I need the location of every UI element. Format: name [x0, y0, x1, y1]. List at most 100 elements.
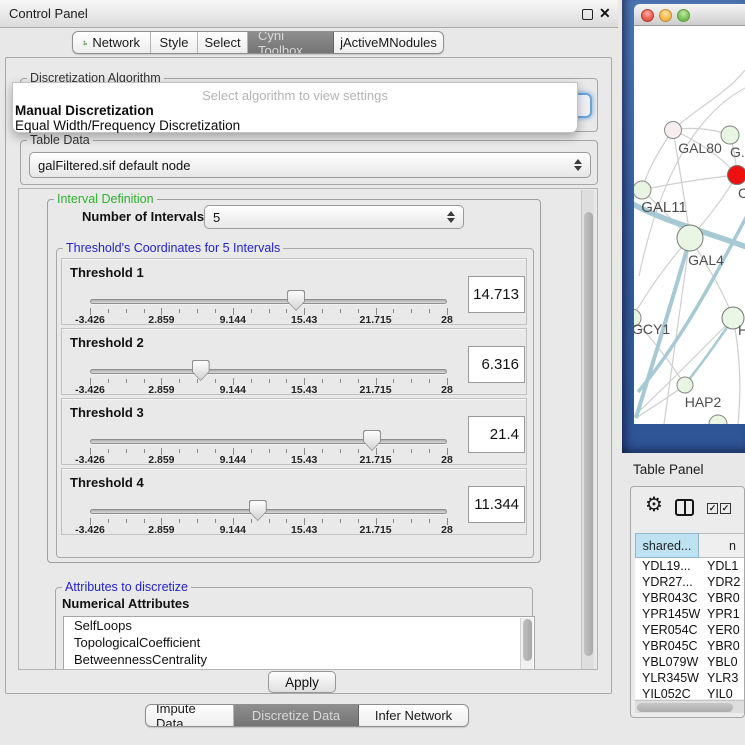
- tick-label: 9.144: [220, 524, 246, 536]
- column-header-shared-name[interactable]: shared...: [635, 533, 699, 558]
- settings-scrollbar[interactable]: [581, 190, 594, 669]
- tick-mark: [358, 379, 359, 383]
- checkbox-icon[interactable]: ✓: [707, 503, 718, 514]
- tab-network[interactable]: Network: [73, 32, 151, 53]
- tick-mark: [340, 519, 341, 523]
- tab-select-label: Select: [204, 35, 240, 50]
- cell: YER0: [699, 623, 740, 637]
- split-columns-icon[interactable]: [675, 499, 694, 516]
- table-panel-title: Table Panel: [633, 462, 704, 477]
- tick-mark: [393, 309, 394, 313]
- threshold-3-label: Threshold 3: [70, 405, 144, 420]
- column-header-name[interactable]: n: [699, 533, 745, 558]
- table-row[interactable]: YBR043CYBR0: [635, 590, 745, 606]
- minimize-traffic-light-icon[interactable]: [659, 9, 672, 22]
- table-data-combobox[interactable]: galFiltered.sif default node: [29, 152, 591, 178]
- number-of-intervals-value: 5: [213, 210, 220, 225]
- tick-label: 2.859: [148, 384, 174, 396]
- node-red-selected[interactable]: [728, 166, 745, 185]
- close-traffic-light-icon[interactable]: [641, 9, 654, 22]
- option-equal-width-frequency[interactable]: Equal Width/Frequency Discretization: [15, 118, 240, 133]
- node-gal4[interactable]: [677, 225, 703, 251]
- threshold-3-value-field[interactable]: 21.4: [468, 416, 525, 453]
- apply-button[interactable]: Apply: [268, 671, 336, 693]
- node-label: GCY1: [634, 321, 670, 337]
- table-row[interactable]: YLR345WYLR3: [635, 670, 745, 686]
- tick-mark: [108, 449, 109, 453]
- tab-infer-network[interactable]: Infer Network: [359, 705, 468, 726]
- node-partial-bottom[interactable]: [709, 415, 727, 424]
- threshold-1-value-field[interactable]: 14.713: [468, 276, 525, 313]
- tick-mark: [393, 449, 394, 453]
- tick-mark: [322, 449, 323, 453]
- gear-icon[interactable]: ⚙: [645, 495, 663, 515]
- table-horizontal-scrollbar[interactable]: [635, 700, 745, 713]
- node-gal11[interactable]: [634, 181, 651, 199]
- node-hap2[interactable]: [677, 377, 693, 393]
- tab-discretize-data[interactable]: Discretize Data: [234, 705, 359, 726]
- tick-mark: [269, 379, 270, 383]
- table-row[interactable]: YPR145WYPR1: [635, 606, 745, 622]
- control-panel-titlebar: Control Panel ✕: [0, 0, 618, 28]
- tab-impute-data[interactable]: Impute Data: [146, 705, 234, 726]
- table-horizontal-scrollbar-thumb[interactable]: [637, 703, 733, 712]
- cell: YDR2: [699, 575, 740, 589]
- bottom-tab-bar: Impute Data Discretize Data Infer Networ…: [145, 704, 469, 727]
- tick-mark: [126, 449, 127, 453]
- tick-mark: [393, 379, 394, 383]
- tick-mark: [251, 519, 252, 523]
- numerical-attributes-list[interactable]: SelfLoops TopologicalCoefficient Between…: [63, 616, 535, 670]
- table-data-title: Table Data: [27, 133, 93, 147]
- threshold-3-slider-track[interactable]: [90, 439, 447, 444]
- threshold-4-panel: Threshold 4 -3.426 2.859 9.144 15.43 21.…: [61, 468, 527, 535]
- zoom-traffic-light-icon[interactable]: [677, 9, 690, 22]
- threshold-2-slider-track[interactable]: [90, 369, 447, 374]
- number-of-intervals-combobox[interactable]: 5: [204, 205, 464, 229]
- tick-mark: [197, 379, 198, 383]
- tick-mark: [286, 449, 287, 453]
- combo-stepper-icon: [574, 159, 582, 171]
- tab-cyni-toolbox[interactable]: Cyni Toolbox: [248, 32, 334, 53]
- settings-scrollbar-thumb[interactable]: [584, 212, 593, 656]
- table-row[interactable]: YER054CYER0: [635, 622, 745, 638]
- node-gal80[interactable]: [665, 122, 682, 139]
- option-manual-discretization[interactable]: Manual Discretization: [15, 103, 154, 118]
- threshold-1-slider-track[interactable]: [90, 299, 447, 304]
- tick-mark: [393, 519, 394, 523]
- tick-mark: [340, 309, 341, 313]
- cell: YPR145W: [635, 607, 699, 621]
- tick-label: 28: [441, 454, 453, 466]
- node-label: C: [738, 185, 745, 201]
- node-label: GAL4: [688, 252, 724, 268]
- tab-jactivemnodules[interactable]: jActiveMNodules: [334, 32, 443, 53]
- threshold-2-label: Threshold 2: [70, 335, 144, 350]
- list-item[interactable]: SelfLoops: [64, 617, 534, 634]
- close-icon[interactable]: ✕: [599, 5, 611, 22]
- network-canvas[interactable]: GAL80 G. C GAL11 GAL4 GCY1 H HAP2: [634, 26, 745, 424]
- tick-label: 21.715: [360, 384, 392, 396]
- table-row[interactable]: YDL19...YDL1: [635, 558, 745, 574]
- cell: YBL079W: [635, 655, 699, 669]
- table-row[interactable]: YBR045CYBR0: [635, 638, 745, 654]
- tick-mark: [144, 519, 145, 523]
- list-item[interactable]: BetweennessCentrality: [64, 651, 534, 668]
- table-row[interactable]: YIL052CYIL0: [635, 686, 745, 699]
- tick-mark: [179, 449, 180, 453]
- threshold-4-value-field[interactable]: 11.344: [468, 486, 525, 523]
- tick-mark: [340, 449, 341, 453]
- list-scrollbar[interactable]: [520, 618, 533, 670]
- float-window-icon[interactable]: [582, 9, 593, 20]
- table-row[interactable]: YBL079WYBL0: [635, 654, 745, 670]
- threshold-4-slider-track[interactable]: [90, 509, 447, 514]
- tick-mark: [197, 519, 198, 523]
- list-scrollbar-thumb[interactable]: [523, 619, 532, 661]
- node-partial-g[interactable]: [721, 126, 739, 144]
- threshold-2-value-field[interactable]: 6.316: [468, 346, 525, 383]
- checkbox-icon[interactable]: ✓: [720, 503, 731, 514]
- list-item[interactable]: TopologicalCoefficient: [64, 634, 534, 651]
- tab-style[interactable]: Style: [151, 32, 198, 53]
- table-row[interactable]: YDR27...YDR2: [635, 574, 745, 590]
- network-window-titlebar[interactable]: [634, 4, 745, 26]
- tab-select[interactable]: Select: [198, 32, 248, 53]
- cell: YLR345W: [635, 671, 699, 685]
